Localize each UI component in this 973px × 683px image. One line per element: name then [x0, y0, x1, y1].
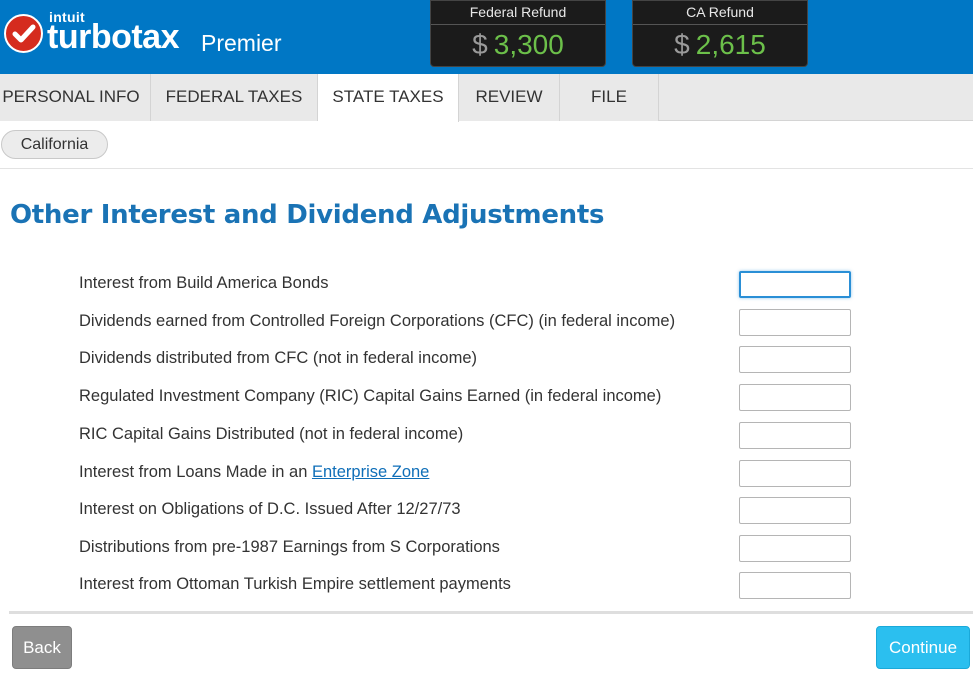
divider — [633, 24, 807, 25]
input-cfc-dividends-earned[interactable] — [739, 309, 851, 336]
main-tabs: PERSONAL INFO FEDERAL TAXES STATE TAXES … — [0, 74, 973, 122]
state-refund-box[interactable]: CA Refund $2,615 — [632, 0, 808, 67]
input-ottoman-settlement[interactable] — [739, 572, 851, 599]
row-label-cfc-dividends-earned: Dividends earned from Controlled Foreign… — [79, 312, 676, 330]
input-ric-gains-earned[interactable] — [739, 384, 851, 411]
federal-refund-amount: 3,300 — [493, 29, 564, 60]
state-refund-value: $2,615 — [633, 29, 807, 61]
page-title: Other Interest and Dividend Adjustments — [10, 200, 605, 230]
state-pill-california[interactable]: California — [1, 130, 108, 159]
divider — [431, 24, 605, 25]
row-label-enterprise-zone-text: Interest from Loans Made in an — [79, 463, 312, 481]
divider — [9, 611, 973, 614]
edition-label: Premier — [201, 30, 282, 56]
row-label-cfc-dividends-distributed: Dividends distributed from CFC (not in f… — [79, 349, 477, 367]
input-dc-obligations[interactable] — [739, 497, 851, 524]
turbotax-logo — [4, 14, 43, 53]
continue-button[interactable]: Continue — [876, 626, 970, 669]
row-label-ric-gains-distributed: RIC Capital Gains Distributed (not in fe… — [79, 425, 464, 443]
currency-symbol: $ — [472, 29, 488, 60]
back-button[interactable]: Back — [12, 626, 72, 669]
input-ric-gains-distributed[interactable] — [739, 422, 851, 449]
input-enterprise-zone[interactable] — [739, 460, 851, 487]
app-header: intuit turbotax Premier Federal Refund $… — [0, 0, 973, 74]
tab-state-taxes[interactable]: STATE TAXES — [318, 74, 459, 122]
state-subnav: California — [0, 121, 973, 169]
input-cfc-dividends-distributed[interactable] — [739, 346, 851, 373]
row-label-build-america-bonds: Interest from Build America Bonds — [79, 274, 329, 292]
row-label-ric-gains-earned: Regulated Investment Company (RIC) Capit… — [79, 387, 662, 405]
row-label-dc-obligations: Interest on Obligations of D.C. Issued A… — [79, 500, 461, 518]
input-build-america-bonds[interactable] — [739, 271, 851, 298]
tab-federal-taxes[interactable]: FEDERAL TAXES — [151, 74, 318, 121]
turbotax-wordmark: turbotax — [47, 18, 180, 56]
federal-refund-label: Federal Refund — [469, 4, 567, 20]
input-s-corp-distributions[interactable] — [739, 535, 851, 562]
tab-file[interactable]: FILE — [560, 74, 659, 121]
checkmark-icon — [12, 24, 36, 43]
tab-review[interactable]: REVIEW — [459, 74, 560, 121]
row-label-enterprise-zone: Interest from Loans Made in an Enterpris… — [79, 463, 429, 482]
enterprise-zone-link[interactable]: Enterprise Zone — [312, 463, 429, 481]
federal-refund-value: $3,300 — [431, 29, 605, 61]
currency-symbol: $ — [674, 29, 690, 60]
row-label-ottoman-settlement: Interest from Ottoman Turkish Empire set… — [79, 575, 511, 593]
row-label-s-corp-distributions: Distributions from pre-1987 Earnings fro… — [79, 538, 500, 556]
federal-refund-box[interactable]: Federal Refund $3,300 — [430, 0, 606, 67]
tab-personal-info[interactable]: PERSONAL INFO — [0, 74, 151, 121]
state-refund-amount: 2,615 — [695, 29, 766, 60]
state-refund-label: CA Refund — [686, 4, 754, 20]
